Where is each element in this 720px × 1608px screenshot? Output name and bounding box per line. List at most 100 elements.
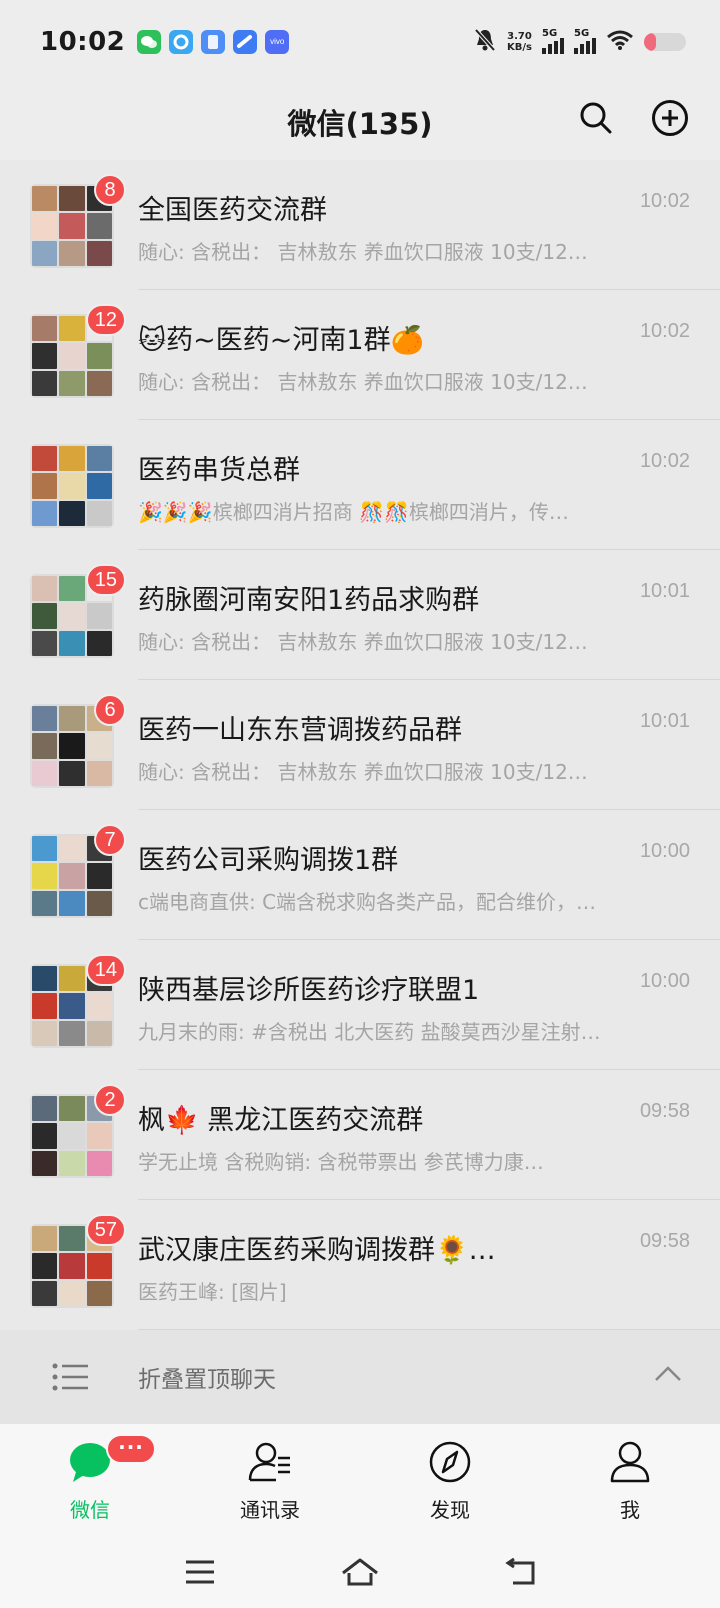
chat-preview: 学无止境 含税购销: 含税带票出 参芪博力康… xyxy=(138,1150,544,1174)
status-time: 10:02 xyxy=(40,27,126,57)
avatar-tile xyxy=(86,473,112,499)
avatar-tile xyxy=(59,446,85,472)
unread-badge: 6 xyxy=(94,694,126,726)
compass-icon xyxy=(429,1441,471,1483)
avatar-tile xyxy=(32,316,58,342)
avatar-tile xyxy=(32,760,58,786)
wifi-icon xyxy=(606,29,634,55)
add-circle-icon xyxy=(652,100,688,136)
avatar-tile xyxy=(32,836,58,862)
battery-icon xyxy=(644,33,686,51)
app-icon xyxy=(233,30,258,54)
tab-label: 我 xyxy=(620,1498,640,1522)
avatar-tile xyxy=(59,863,85,889)
chevron-up-icon[interactable] xyxy=(654,1364,682,1384)
chat-name: 医药一山东东营调拨药品群 xyxy=(138,715,462,746)
avatar-tile xyxy=(32,1253,58,1279)
chat-preview: 随心: 含税出： 吉林敖东 养血饮口服液 10支/12… xyxy=(138,630,588,654)
tab-discover[interactable]: 发现 xyxy=(360,1424,540,1536)
avatar-tile xyxy=(32,863,58,889)
page-title: 微信(135) xyxy=(287,107,433,141)
chat-item[interactable]: 医药串货总群 10:02 🎉🎉🎉槟榔四消片招商 🎊🎊槟榔四消片，传… xyxy=(0,420,720,550)
chat-name: 医药串货总群 xyxy=(138,455,300,486)
avatar-tile xyxy=(59,186,85,212)
chat-time: 10:01 xyxy=(639,580,690,602)
avatar-tile xyxy=(32,1096,58,1122)
avatar-tile xyxy=(86,1150,112,1176)
tab-chats[interactable]: ··· 微信 xyxy=(0,1424,180,1536)
status-bar: 10:02 vivo 3.70 KB/s 5G 5G xyxy=(0,0,720,84)
unread-badge: 12 xyxy=(85,304,126,336)
avatar-tile xyxy=(32,576,58,602)
chat-item[interactable]: 14 陕西基层诊所医药诊疗联盟1 10:00 九月末的雨: #含税出 北大医药 … xyxy=(0,940,720,1070)
back-icon xyxy=(505,1557,535,1585)
chat-time: 10:02 xyxy=(639,450,690,472)
menu-icon xyxy=(186,1560,214,1584)
avatar-tile xyxy=(86,630,112,656)
chat-name: 🐱药~医药~河南1群🍊 xyxy=(138,325,425,356)
network-speed: 3.70 KB/s xyxy=(507,31,532,53)
avatar-tile xyxy=(32,240,58,266)
home-button[interactable] xyxy=(338,1550,382,1594)
chat-item[interactable]: 2 枫🍁 黑龙江医药交流群 09:58 学无止境 含税购销: 含税带票出 参芪博… xyxy=(0,1070,720,1200)
chat-item[interactable]: 57 武汉康庄医药采购调拨群🌻… 09:58 医药王峰: [图片] xyxy=(0,1200,720,1330)
system-nav-bar xyxy=(0,1536,720,1608)
chat-item[interactable]: 15 药脉圈河南安阳1药品求购群 10:01 随心: 含税出： 吉林敖东 养血饮… xyxy=(0,550,720,680)
signal-icon: 5G xyxy=(542,28,564,54)
avatar-tile xyxy=(59,473,85,499)
avatar-tile xyxy=(59,630,85,656)
chat-time: 10:02 xyxy=(639,320,690,342)
mute-bell-icon xyxy=(473,27,497,57)
battery-level xyxy=(644,33,656,51)
fold-pinned-chats-row[interactable]: 折叠置顶聊天 xyxy=(0,1330,720,1424)
avatar-tile xyxy=(59,576,85,602)
search-button[interactable] xyxy=(576,98,616,138)
avatar-tile xyxy=(32,473,58,499)
avatar-tile xyxy=(59,836,85,862)
chat-time: 10:01 xyxy=(639,710,690,732)
avatar-tile xyxy=(32,630,58,656)
menu-button[interactable] xyxy=(178,1550,222,1594)
avatar-tile xyxy=(32,966,58,992)
vivo-icon: vivo xyxy=(265,30,290,54)
avatar-tile xyxy=(32,706,58,732)
home-icon xyxy=(342,1558,378,1586)
tab-me[interactable]: 我 xyxy=(540,1424,720,1536)
chat-time: 09:58 xyxy=(639,1100,690,1122)
avatar-tile xyxy=(86,343,112,369)
avatar-tile xyxy=(59,760,85,786)
avatar-tile xyxy=(32,1020,58,1046)
avatar-tile xyxy=(59,890,85,916)
avatar-tile xyxy=(59,343,85,369)
tab-label: 发现 xyxy=(430,1498,470,1522)
avatar-tile xyxy=(59,370,85,396)
avatar-tile xyxy=(59,733,85,759)
search-icon xyxy=(580,102,612,134)
avatar-tile xyxy=(32,370,58,396)
notification-icons: vivo xyxy=(137,30,290,54)
avatar-tile xyxy=(86,213,112,239)
tab-contacts[interactable]: 通讯录 xyxy=(180,1424,360,1536)
chat-item[interactable]: 12 🐱药~医药~河南1群🍊 10:02 随心: 含税出： 吉林敖东 养血饮口服… xyxy=(0,290,720,420)
fold-label: 折叠置顶聊天 xyxy=(138,1367,276,1393)
chat-item[interactable]: 8 全国医药交流群 10:02 随心: 含税出： 吉林敖东 养血饮口服液 10支… xyxy=(0,160,720,290)
add-button[interactable] xyxy=(650,98,690,138)
chat-name: 枫🍁 黑龙江医药交流群 xyxy=(138,1105,424,1136)
avatar-tile xyxy=(59,213,85,239)
chat-name: 药脉圈河南安阳1药品求购群 xyxy=(138,585,480,616)
avatar-tile xyxy=(86,760,112,786)
avatar-tile xyxy=(86,1123,112,1149)
chat-list: 8 全国医药交流群 10:02 随心: 含税出： 吉林敖东 养血饮口服液 10支… xyxy=(0,160,720,1330)
unread-badge: 7 xyxy=(94,824,126,856)
unread-badge: 57 xyxy=(85,1214,126,1246)
avatar-tile xyxy=(32,733,58,759)
back-button[interactable] xyxy=(498,1550,542,1594)
avatar-tile xyxy=(59,1226,85,1252)
avatar-tile xyxy=(86,863,112,889)
avatar-tile xyxy=(59,966,85,992)
chat-item[interactable]: 7 医药公司采购调拨1群 10:00 c端电商直供: C端含税求购各类产品，配合… xyxy=(0,810,720,940)
avatar-tile xyxy=(59,500,85,526)
chat-item[interactable]: 6 医药一山东东营调拨药品群 10:01 随心: 含税出： 吉林敖东 养血饮口服… xyxy=(0,680,720,810)
chat-time: 10:00 xyxy=(639,840,690,862)
avatar-tile xyxy=(86,993,112,1019)
